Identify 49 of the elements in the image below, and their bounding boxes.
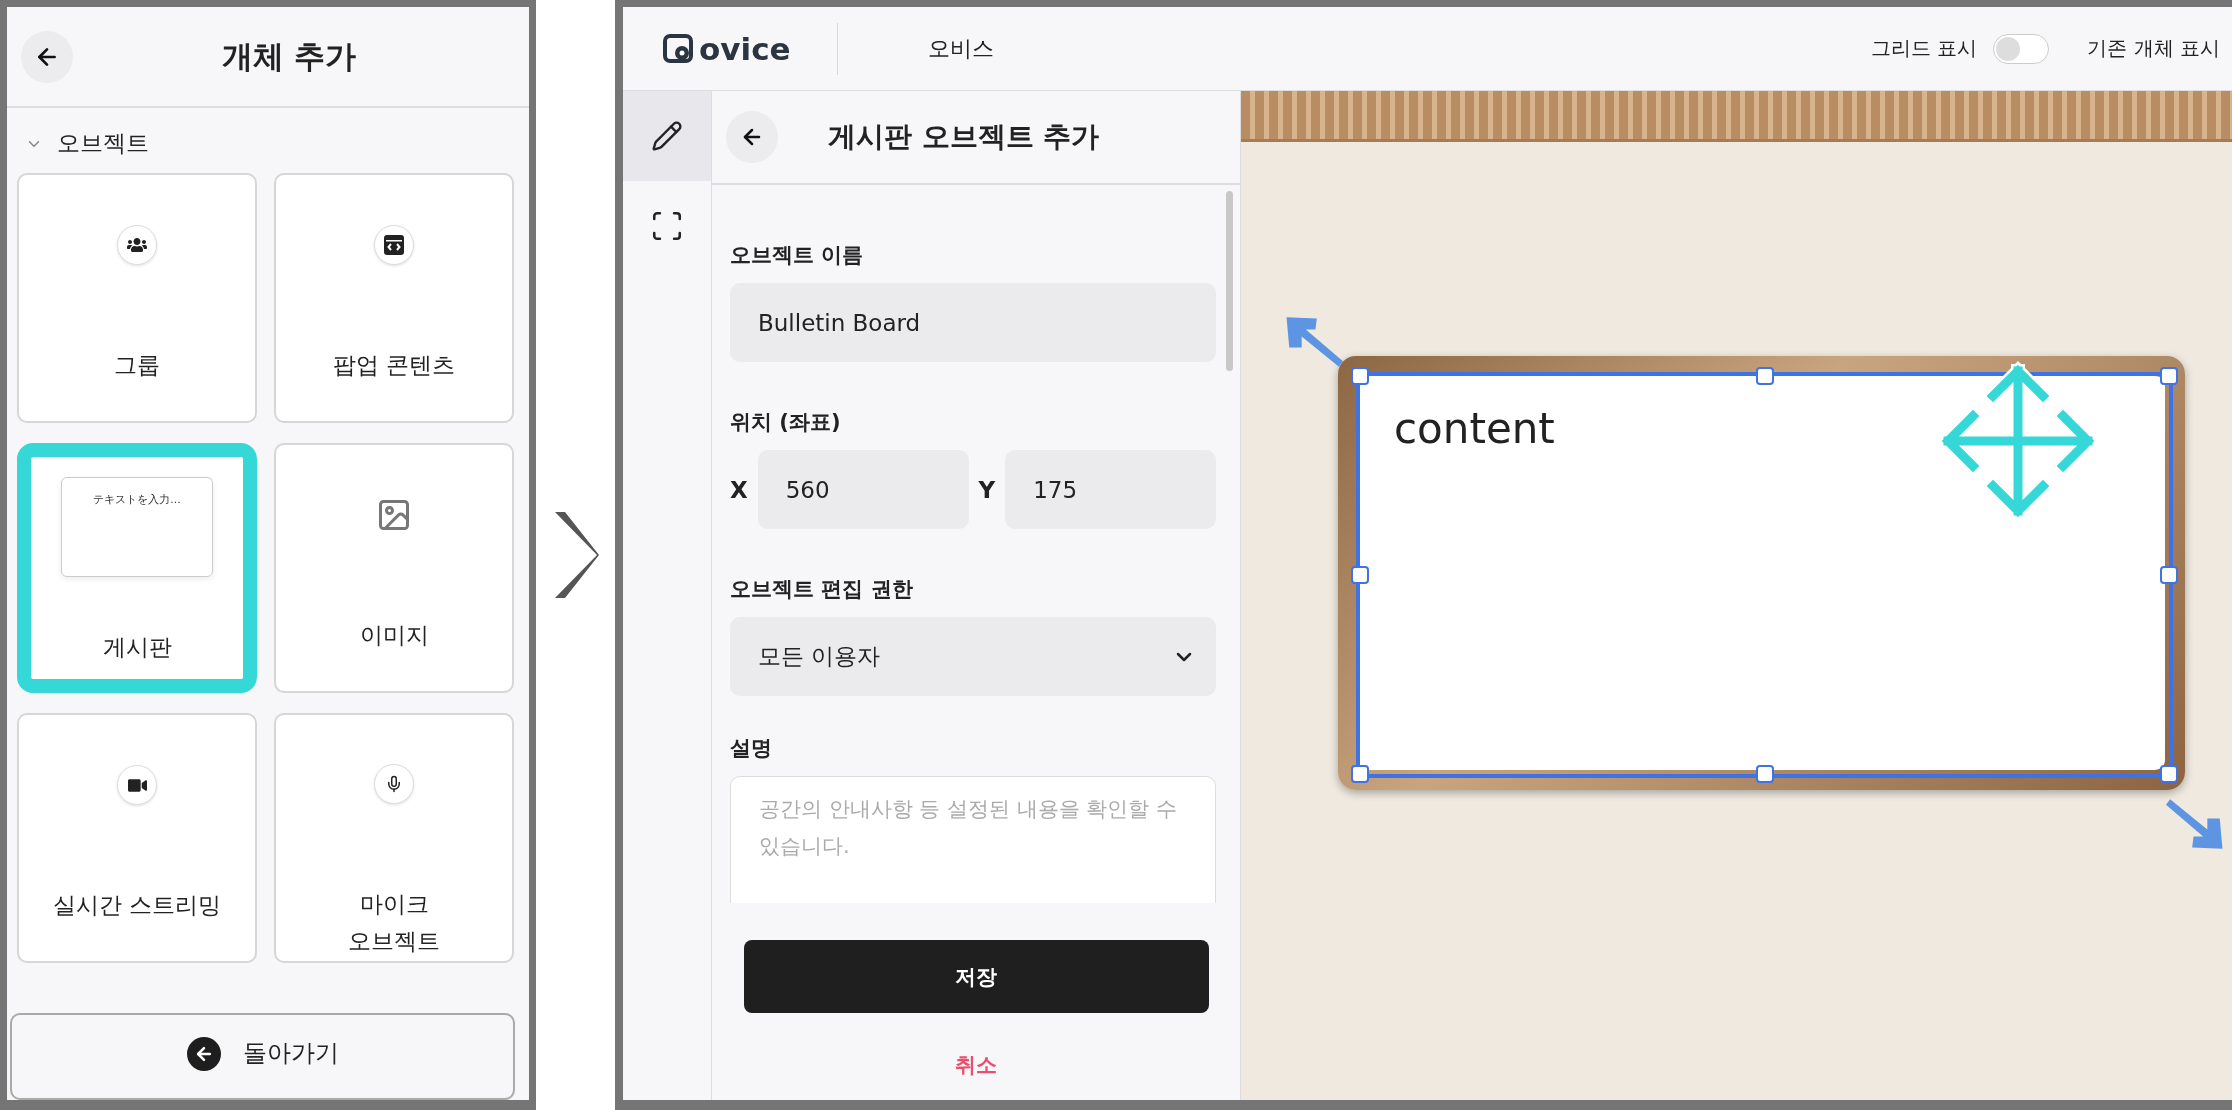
- field-label: 오브젝트 이름: [730, 242, 865, 269]
- form-title: 게시판 오브젝트 추가: [828, 119, 1100, 155]
- microphone-icon: [374, 764, 414, 805]
- resize-handle[interactable]: [2160, 367, 2178, 385]
- logo-icon: [663, 32, 695, 65]
- panel-title: 개체 추가: [220, 36, 358, 76]
- name-field[interactable]: Bulletin Board: [730, 283, 1216, 362]
- axis-label: X: [730, 476, 748, 503]
- board-text: content: [1394, 404, 1555, 453]
- scrollbar-thumb[interactable]: [1226, 191, 1233, 371]
- object-card[interactable]: 팝업 콘텐츠: [274, 173, 514, 424]
- existing-objects-label: 기존 개체 표시: [2087, 35, 2220, 62]
- section-label: 오브젝트: [57, 129, 149, 159]
- resize-handle[interactable]: [1351, 765, 1369, 783]
- resize-handle[interactable]: [1351, 367, 1369, 385]
- resize-handle[interactable]: [2160, 566, 2178, 584]
- field-label: 오브젝트 편집 권한: [730, 576, 914, 603]
- back-button[interactable]: 돌아가기: [10, 1013, 515, 1100]
- resize-handle[interactable]: [1351, 566, 1369, 584]
- logo-text: ovice: [699, 30, 791, 67]
- axis-label: Y: [978, 476, 996, 503]
- object-card[interactable]: 실시간 스트리밍: [17, 713, 257, 964]
- object-card[interactable]: 마이크 오브젝트: [274, 713, 514, 964]
- object-card[interactable]: 이미지: [274, 443, 514, 694]
- y-field[interactable]: 175: [1005, 450, 1216, 529]
- group-icon: [117, 225, 157, 266]
- space-name: 오비스: [927, 34, 994, 63]
- pencil-tool[interactable]: [623, 91, 711, 181]
- resize-handle[interactable]: [2160, 765, 2178, 783]
- pencil-icon: [651, 120, 683, 152]
- resize-handle[interactable]: [1755, 367, 1774, 385]
- object-card[interactable]: 그룹: [17, 173, 257, 424]
- back-button[interactable]: [726, 111, 778, 163]
- grid-toggle[interactable]: [1993, 33, 2050, 64]
- field-label: 위치 (좌표): [730, 409, 842, 436]
- corners-icon: [650, 209, 684, 243]
- save-button[interactable]: 저장: [743, 940, 1209, 1013]
- move-arrows-icon: [1938, 361, 2098, 521]
- code-window-icon: [374, 225, 414, 266]
- field-label: 설명: [730, 735, 773, 762]
- video-camera-icon: [117, 765, 157, 806]
- grid-toggle-label: 그리드 표시: [1870, 35, 1978, 62]
- object-card[interactable]: テキストを入力... 게시판: [17, 443, 257, 694]
- x-field[interactable]: 560: [757, 450, 969, 529]
- resize-handle[interactable]: [1755, 765, 1774, 783]
- preview-text: テキストを入力...: [93, 492, 181, 509]
- permission-dropdown[interactable]: 모든 이용자: [730, 617, 1216, 696]
- description-field[interactable]: 공간의 안내사항 등 설정된 내용을 확인할 수 있습니다.: [730, 776, 1216, 903]
- bulletin-board[interactable]: content: [1338, 356, 2185, 790]
